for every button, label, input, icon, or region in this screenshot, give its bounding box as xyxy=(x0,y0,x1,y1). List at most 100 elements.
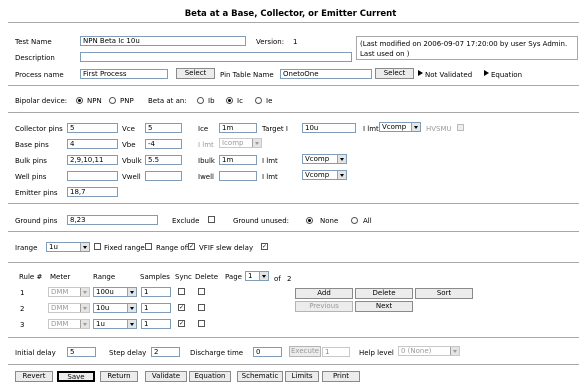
collector-ilmt-select[interactable]: Vcomp xyxy=(379,122,421,132)
ibulk-input[interactable]: 1m xyxy=(219,155,257,165)
collector-pins-input[interactable]: 5 xyxy=(67,123,118,133)
help-level-select[interactable]: 0 (None) xyxy=(398,346,460,356)
sort-rules-button[interactable]: Sort xyxy=(415,288,473,299)
vfif-slew-delay-checkbox[interactable] xyxy=(261,243,268,250)
rule-sync-checkbox[interactable] xyxy=(178,320,185,327)
ic-radio[interactable] xyxy=(226,97,233,104)
test-name-label: Test Name xyxy=(15,38,52,46)
pnp-radio[interactable] xyxy=(109,97,116,104)
ground-unused-label: Ground unused: xyxy=(233,217,290,225)
ground-all-radio[interactable] xyxy=(351,217,358,224)
process-name-input[interactable]: First Process xyxy=(80,69,168,79)
schematic-button[interactable]: Schematic xyxy=(237,371,283,382)
ground-none-radio[interactable] xyxy=(306,217,313,224)
rule-delete-checkbox[interactable] xyxy=(198,304,205,311)
bulk-ilmt-select[interactable]: Vcomp xyxy=(302,154,347,164)
return-button[interactable]: Return xyxy=(100,371,138,382)
rule-samples-input[interactable]: 1 xyxy=(141,303,171,313)
bipolar-device-label: Bipolar device: xyxy=(15,97,68,105)
rule-sync-checkbox[interactable] xyxy=(178,304,185,311)
last-modified-text: (Last modified on 2006-09-07 17:20:00 by… xyxy=(360,40,568,48)
vbulk-input[interactable]: 5.5 xyxy=(145,155,182,165)
base-pins-input[interactable]: 4 xyxy=(67,139,118,149)
rule-meter-select[interactable]: DMM xyxy=(48,319,90,329)
execute-count-input[interactable]: 1 xyxy=(322,347,350,357)
chevron-down-icon xyxy=(252,139,261,147)
ground-none-label: None xyxy=(320,217,339,225)
vwell-label: Vwell xyxy=(122,173,141,181)
exclude-checkbox[interactable] xyxy=(208,216,215,223)
test-name-input[interactable]: NPN Beta Ic 10u xyxy=(80,36,246,46)
rule-delete-checkbox[interactable] xyxy=(198,320,205,327)
help-level-label: Help level xyxy=(359,349,394,357)
execute-button[interactable]: Execute xyxy=(289,346,321,357)
vbulk-label: Vbulk xyxy=(122,157,142,165)
process-select-button[interactable]: Select xyxy=(176,68,215,79)
validate-button[interactable]: Validate xyxy=(145,371,187,382)
rule-delete-checkbox[interactable] xyxy=(198,288,205,295)
pin-table-input[interactable]: OnetoOne xyxy=(280,69,372,79)
ie-radio[interactable] xyxy=(255,97,262,104)
well-ilmt-select[interactable]: Vcomp xyxy=(302,170,347,180)
limits-button[interactable]: Limits xyxy=(285,371,319,382)
ground-all-label: All xyxy=(363,217,372,225)
delete-rule-button[interactable]: Delete xyxy=(355,288,413,299)
meter-header: Meter xyxy=(50,273,71,281)
last-used-text: Last used on ) xyxy=(360,50,410,58)
rule-range-select[interactable]: 1u xyxy=(93,319,137,329)
ice-input[interactable]: 1m xyxy=(219,123,257,133)
description-label: Description xyxy=(15,54,55,62)
well-pins-label: Well pins xyxy=(15,173,47,181)
range-off-check-box-2[interactable] xyxy=(188,243,195,250)
rule-range-select[interactable]: 100u xyxy=(93,287,137,297)
description-input[interactable] xyxy=(80,52,352,62)
chevron-down-icon xyxy=(411,123,420,131)
fixed-range-checkbox[interactable] xyxy=(94,243,101,250)
print-button[interactable]: Print xyxy=(322,371,360,382)
bulk-pins-input[interactable]: 2,9,10,11 xyxy=(67,155,118,165)
bulk-pins-label: Bulk pins xyxy=(15,157,47,165)
rule-samples-input[interactable]: 1 xyxy=(141,287,171,297)
ground-pins-input[interactable]: 8,23 xyxy=(67,215,158,225)
save-button[interactable]: Save xyxy=(57,371,95,382)
page-label: Page xyxy=(225,273,242,281)
rule-meter-select[interactable]: DMM xyxy=(48,287,90,297)
total-pages: 2 xyxy=(287,275,292,283)
rule-range-select[interactable]: 10u xyxy=(93,303,137,313)
rule-meter-select[interactable]: DMM xyxy=(48,303,90,313)
add-rule-button[interactable]: Add xyxy=(295,288,353,299)
target-i-input[interactable]: 10u xyxy=(302,123,356,133)
revert-button[interactable]: Revert xyxy=(15,371,53,382)
rule-sync-checkbox[interactable] xyxy=(178,288,185,295)
discharge-time-input[interactable]: 0 xyxy=(253,347,282,357)
hvsmu-checkbox[interactable] xyxy=(457,124,464,131)
chevron-down-icon xyxy=(127,304,136,312)
base-ilmt-select[interactable]: Icomp xyxy=(219,138,262,148)
not-validated-link[interactable]: Not Validated xyxy=(425,72,472,79)
initial-delay-input[interactable]: 5 xyxy=(67,347,96,357)
delete-header: Delete xyxy=(195,273,218,281)
npn-radio[interactable] xyxy=(76,97,83,104)
emitter-pins-input[interactable]: 18,7 xyxy=(67,187,118,197)
rule-samples-input[interactable]: 1 xyxy=(141,319,171,329)
vwell-input[interactable] xyxy=(145,171,182,181)
pin-table-select-button[interactable]: Select xyxy=(375,68,414,79)
next-page-button[interactable]: Next xyxy=(355,301,413,312)
well-pins-input[interactable] xyxy=(67,171,118,181)
equation-button[interactable]: Equation xyxy=(189,371,231,382)
step-delay-input[interactable]: 2 xyxy=(151,347,180,357)
previous-page-button[interactable]: Previous xyxy=(295,301,353,312)
hvsmu-label: HVSMU xyxy=(426,125,452,133)
irange-select[interactable]: 1u xyxy=(46,242,90,252)
pnp-label: PNP xyxy=(120,97,134,105)
chevron-down-icon xyxy=(80,243,89,251)
rule-number-header: Rule # xyxy=(19,273,43,281)
range-off-checkbox[interactable] xyxy=(145,243,152,250)
vce-input[interactable]: 5 xyxy=(145,123,182,133)
page-select[interactable]: 1 xyxy=(245,271,269,281)
iwell-input[interactable] xyxy=(219,171,257,181)
equation-link[interactable]: Equation xyxy=(491,72,522,79)
vbe-input[interactable]: -4 xyxy=(145,139,182,149)
divider-7 xyxy=(8,364,579,365)
ib-radio[interactable] xyxy=(197,97,204,104)
